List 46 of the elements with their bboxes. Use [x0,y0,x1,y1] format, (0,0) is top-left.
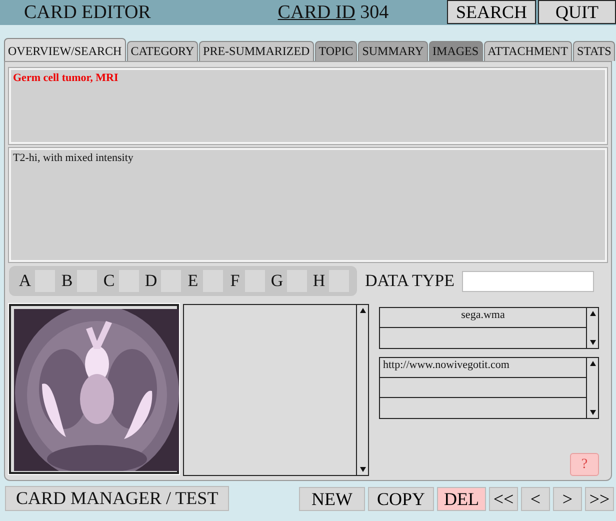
letter-label: A [18,271,32,291]
tab[interactable]: ATTACHMENT [484,41,572,61]
letter-label: C [102,271,116,291]
scrollbar[interactable] [586,358,598,418]
letter-label: H [312,271,326,291]
letter-label: D [144,271,158,291]
tab[interactable]: SUMMARY [358,41,428,61]
footer-button[interactable]: << [489,486,518,510]
letter-label: F [229,271,241,291]
tab[interactable]: PRE-SUMMARIZED [199,41,314,61]
scrollbar[interactable] [586,308,598,348]
link-url[interactable]: http://www.nowivegotit.com [383,359,510,371]
card-manager-label: CARD MANAGER / TEST [5,486,230,511]
tab[interactable]: CATEGORY [126,41,198,61]
scroll-down-icon[interactable] [588,409,596,416]
footer-button[interactable]: < [521,486,550,510]
card-id-label: CARD ID [278,2,356,22]
footer-button[interactable]: COPY [368,486,434,510]
scroll-up-icon[interactable] [588,310,596,317]
data-type-field[interactable] [462,270,594,292]
tab[interactable]: STATS [572,41,616,61]
card-title-text: Germ cell tumor, MRI [13,72,118,84]
header-button[interactable]: QUIT [538,0,616,24]
file-name[interactable]: sega.wma [461,309,505,321]
scroll-down-icon[interactable] [588,339,596,346]
scroll-up-icon[interactable] [588,360,596,367]
footer-button[interactable]: DEL [437,486,486,510]
notes-list[interactable] [183,304,369,476]
letter-label: B [60,271,74,291]
card-id-value: 304 [360,2,389,22]
scroll-down-icon[interactable] [358,466,366,473]
window-title: CARD EDITOR [24,2,152,24]
letter-label: G [270,271,284,291]
letter-label: E [186,271,200,291]
description-text-area[interactable]: T2-hi, with mixed intensity [9,148,607,262]
footer-button[interactable]: NEW [299,486,365,510]
header-button[interactable]: SEARCH [446,0,536,24]
scroll-up-icon[interactable] [358,307,366,314]
footer-button[interactable]: > [553,486,582,510]
data-type-label: DATA TYPE [365,271,454,291]
tab[interactable]: OVERVIEW/SEARCH [4,38,126,61]
tab[interactable]: IMAGES [428,41,483,61]
tab[interactable]: TOPIC [314,41,358,61]
description-text: T2-hi, with mixed intensity [13,152,134,164]
scrollbar[interactable] [356,305,368,475]
footer-button[interactable]: >> [585,486,614,510]
